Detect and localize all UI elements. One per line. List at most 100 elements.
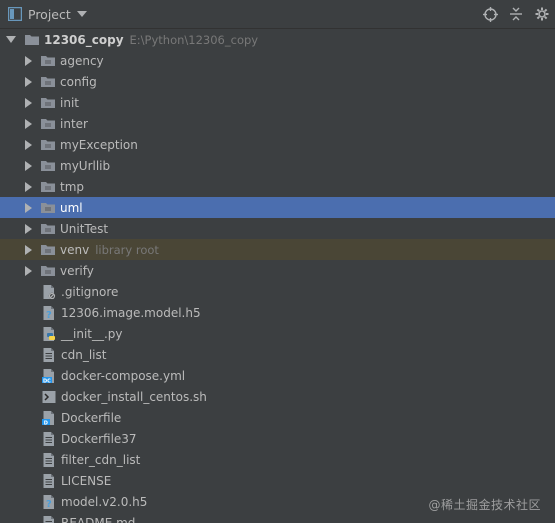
folder-icon — [40, 179, 56, 195]
tree-file-row[interactable]: cdn_list — [0, 344, 555, 365]
project-view-title: Project — [28, 6, 71, 22]
chevron-right-icon[interactable] — [25, 202, 32, 213]
folder-list: agency config init inter myException myUrllib… — [0, 50, 555, 281]
folder-name: myUrllib — [60, 158, 111, 173]
chevron-right-icon[interactable] — [25, 76, 32, 87]
gitignore-file-icon — [41, 284, 57, 300]
python-file-icon — [41, 326, 57, 342]
file-name: 12306.image.model.h5 — [61, 305, 201, 320]
chevron-right-icon[interactable] — [25, 97, 32, 108]
svg-text:?: ? — [46, 499, 52, 510]
project-toolbar: Project — [0, 0, 555, 29]
folder-icon — [40, 95, 56, 111]
chevron-right-icon[interactable] — [25, 244, 32, 255]
tree-folder-row[interactable]: venv library root — [0, 239, 555, 260]
tree-file-row[interactable]: LICENSE — [0, 470, 555, 491]
svg-text:?: ? — [46, 310, 52, 321]
folder-icon — [40, 221, 56, 237]
tree-file-row[interactable]: __init__.py — [0, 323, 555, 344]
tree-file-row[interactable]: .gitignore — [0, 281, 555, 302]
tree-folder-row[interactable]: uml — [0, 197, 555, 218]
folder-icon — [40, 242, 56, 258]
unknown-file-icon: ? — [41, 305, 57, 321]
folder-name: verify — [60, 263, 94, 278]
tree-file-row[interactable]: README.md — [0, 512, 555, 523]
watermark: @稀土掘金技术社区 — [428, 498, 541, 512]
file-name: docker-compose.yml — [61, 368, 186, 383]
tree-folder-row[interactable]: config — [0, 71, 555, 92]
chevron-right-icon[interactable] — [25, 55, 32, 66]
tree-folder-row[interactable]: inter — [0, 113, 555, 134]
tree-file-row[interactable]: Dockerfile37 — [0, 428, 555, 449]
chevron-right-icon[interactable] — [25, 265, 32, 276]
svg-text:D: D — [44, 420, 48, 426]
chevron-right-icon[interactable] — [25, 223, 32, 234]
root-folder-path: E:\Python\12306_copy — [129, 32, 259, 47]
tree-folder-row[interactable]: myException — [0, 134, 555, 155]
file-name: __init__.py — [61, 326, 123, 341]
file-name: filter_cdn_list — [61, 452, 141, 467]
text-file-icon — [41, 452, 57, 468]
folder-name: myException — [60, 137, 138, 152]
tree-file-row[interactable]: ? 12306.image.model.h5 — [0, 302, 555, 323]
folder-name: agency — [60, 53, 104, 68]
locate-icon[interactable] — [477, 1, 503, 27]
project-view-selector[interactable]: Project — [0, 7, 87, 22]
text-file-icon — [41, 431, 57, 447]
project-tool-window: Project 12306_copy E:\Python\12306_copy … — [0, 0, 555, 523]
file-name: LICENSE — [61, 473, 112, 488]
folder-icon — [40, 74, 56, 90]
project-view-icon — [8, 7, 22, 21]
file-name: .gitignore — [61, 284, 119, 299]
folder-icon — [40, 263, 56, 279]
file-list: .gitignore? 12306.image.model.h5 __init__.… — [0, 281, 555, 523]
unknown-file-icon: ? — [41, 494, 57, 510]
shell-script-file-icon — [41, 389, 57, 405]
tree-folder-row[interactable]: agency — [0, 50, 555, 71]
folder-icon — [40, 137, 56, 153]
chevron-right-icon[interactable] — [25, 181, 32, 192]
folder-name: uml — [60, 200, 83, 215]
tree-folder-row[interactable]: UnitTest — [0, 218, 555, 239]
tree-file-row[interactable]: filter_cdn_list — [0, 449, 555, 470]
settings-icon[interactable] — [529, 1, 555, 27]
tree-folder-row[interactable]: verify — [0, 260, 555, 281]
toolbar-actions — [477, 0, 555, 28]
project-tree: 12306_copy E:\Python\12306_copy agency co… — [0, 29, 555, 523]
svg-text:DC: DC — [43, 378, 51, 384]
chevron-down-icon[interactable] — [6, 36, 16, 43]
folder-icon — [40, 200, 56, 216]
file-name: Dockerfile37 — [61, 431, 137, 446]
chevron-right-icon[interactable] — [25, 139, 32, 150]
dockerfile-icon: D — [41, 410, 57, 426]
tree-folder-row[interactable]: tmp — [0, 176, 555, 197]
tree-folder-row[interactable]: myUrllib — [0, 155, 555, 176]
library-root-hint: library root — [95, 242, 159, 257]
file-name: README.md — [61, 515, 136, 523]
tree-folder-row[interactable]: init — [0, 92, 555, 113]
file-name: model.v2.0.h5 — [61, 494, 148, 509]
tree-root-row[interactable]: 12306_copy E:\Python\12306_copy — [0, 29, 555, 50]
collapse-all-icon[interactable] — [503, 1, 529, 27]
text-file-icon — [41, 515, 57, 523]
docker-compose-file-icon: DC — [41, 368, 57, 384]
tree-file-row[interactable]: DC docker-compose.yml — [0, 365, 555, 386]
file-name: docker_install_centos.sh — [61, 389, 207, 404]
folder-name: venv — [60, 242, 90, 257]
tree-file-row[interactable]: docker_install_centos.sh — [0, 386, 555, 407]
folder-icon — [40, 116, 56, 132]
folder-name: config — [60, 74, 97, 89]
folder-name: tmp — [60, 179, 85, 194]
tree-file-row[interactable]: D Dockerfile — [0, 407, 555, 428]
chevron-down-icon — [76, 11, 87, 17]
folder-icon — [40, 53, 56, 69]
chevron-right-icon[interactable] — [25, 118, 32, 129]
folder-icon — [40, 158, 56, 174]
folder-name: inter — [60, 116, 88, 131]
text-file-icon — [41, 473, 57, 489]
folder-icon — [24, 32, 40, 48]
text-file-icon — [41, 347, 57, 363]
root-folder-name: 12306_copy — [44, 32, 124, 47]
chevron-right-icon[interactable] — [25, 160, 32, 171]
folder-name: init — [60, 95, 79, 110]
